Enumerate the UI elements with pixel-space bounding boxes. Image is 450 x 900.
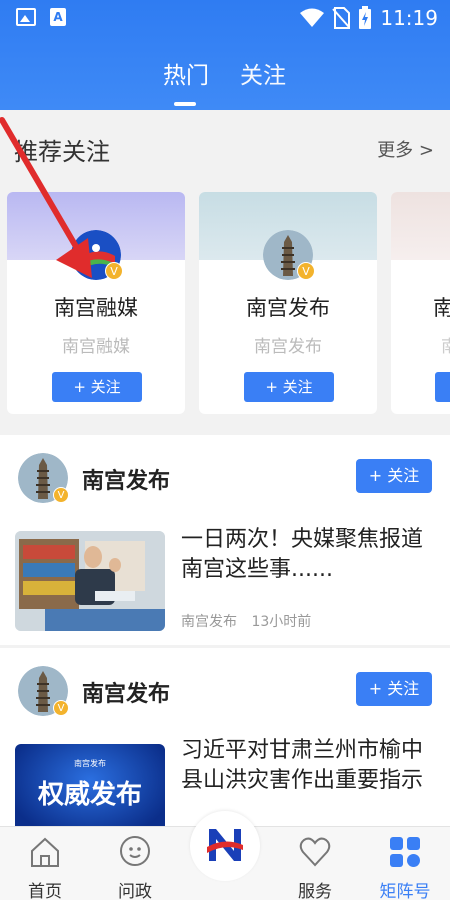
card-name: 南宫融媒 — [54, 296, 138, 320]
nav-home[interactable]: 首页 — [0, 827, 90, 900]
status-time: 11:19 — [380, 6, 438, 30]
app-logo-icon — [207, 829, 243, 861]
verified-badge: V — [53, 487, 69, 503]
follow-button[interactable]: + 关注 — [52, 372, 142, 402]
feed-item[interactable]: V 南宫发布 + 关注 一日两次！央媒聚焦报道南宫这些事...... 南宫发布 … — [0, 435, 450, 645]
recommend-card[interactable]: V 南宫融媒 南宫融媒 + 关注 — [7, 192, 185, 414]
follow-button[interactable]: + 关注 — [356, 459, 432, 493]
tab-indicator — [174, 102, 196, 106]
recommend-title: 推荐关注 — [14, 138, 110, 166]
chat-bubble-icon — [120, 836, 150, 866]
grid-icon — [390, 837, 420, 867]
article-source: 南宫发布 — [181, 614, 237, 630]
thumb-headline: 权威发布 — [37, 780, 142, 810]
verified-badge: V — [105, 262, 123, 280]
author-name[interactable]: 南宫发布 — [82, 463, 170, 495]
tab-hot[interactable]: 热门 — [163, 56, 209, 90]
follow-button[interactable]: + 关注 — [356, 672, 432, 706]
no-sim-icon — [332, 7, 351, 29]
recommend-section: 推荐关注 更多 > V 南宫融媒 南宫融媒 + 关注 V 南宫发布 南宫发布 +… — [0, 110, 450, 435]
nav-matrix-label: 矩阵号 — [379, 882, 431, 900]
thumb-caption: 南宫发布 — [74, 759, 106, 768]
nav-ask[interactable]: 问政 — [90, 827, 180, 900]
article-title[interactable]: 习近平对甘肃兰州市榆中县山洪灾害作出重要指示 — [181, 736, 441, 796]
more-link[interactable]: 更多 > — [377, 136, 434, 162]
gallery-icon — [16, 8, 36, 26]
recommend-card[interactable]: 南 南 — [391, 192, 450, 414]
feed-item[interactable]: V 南宫发布 + 关注 南宫发布 权威发布 习近平对甘肃兰州市榆中县山洪灾害作出… — [0, 648, 450, 834]
follow-button[interactable] — [435, 372, 450, 402]
status-bar: A 11:19 — [0, 0, 450, 36]
follow-button[interactable]: + 关注 — [244, 372, 334, 402]
article-meta: 南宫发布 13小时前 — [181, 611, 311, 631]
wifi-icon — [300, 8, 325, 27]
article-time: 13小时前 — [251, 614, 312, 630]
nav-matrix[interactable]: 矩阵号 — [360, 827, 450, 900]
top-tabs: 热门 关注 — [0, 56, 450, 106]
heart-icon — [299, 837, 331, 867]
author-name[interactable]: 南宫发布 — [82, 676, 170, 708]
card-banner — [391, 192, 450, 260]
recommend-card[interactable]: V 南宫发布 南宫发布 + 关注 — [199, 192, 377, 414]
card-subtitle: 南宫发布 — [254, 337, 322, 357]
nav-service-label: 服务 — [298, 882, 332, 900]
tab-follow[interactable]: 关注 — [240, 56, 286, 90]
card-subtitle: 南 — [441, 337, 450, 357]
article-thumbnail[interactable]: 南宫发布 权威发布 — [15, 744, 165, 834]
verified-badge: V — [53, 700, 69, 716]
card-subtitle: 南宫融媒 — [62, 337, 130, 357]
app-a-icon: A — [50, 8, 66, 26]
article-thumbnail[interactable] — [15, 531, 165, 631]
app-header: A 11:19 热门 关注 — [0, 0, 450, 110]
nav-home-label: 首页 — [28, 882, 62, 900]
home-icon — [31, 837, 59, 867]
center-logo-button[interactable] — [190, 811, 260, 881]
nav-ask-label: 问政 — [118, 882, 152, 900]
article-title[interactable]: 一日两次！央媒聚焦报道南宫这些事...... — [181, 525, 441, 585]
battery-charging-icon — [359, 6, 372, 29]
card-name: 南 — [433, 296, 450, 320]
nav-service[interactable]: 服务 — [270, 827, 360, 900]
bottom-nav: 首页 问政 服务 矩阵号 — [0, 811, 450, 900]
verified-badge: V — [297, 262, 315, 280]
card-name: 南宫发布 — [246, 296, 330, 320]
